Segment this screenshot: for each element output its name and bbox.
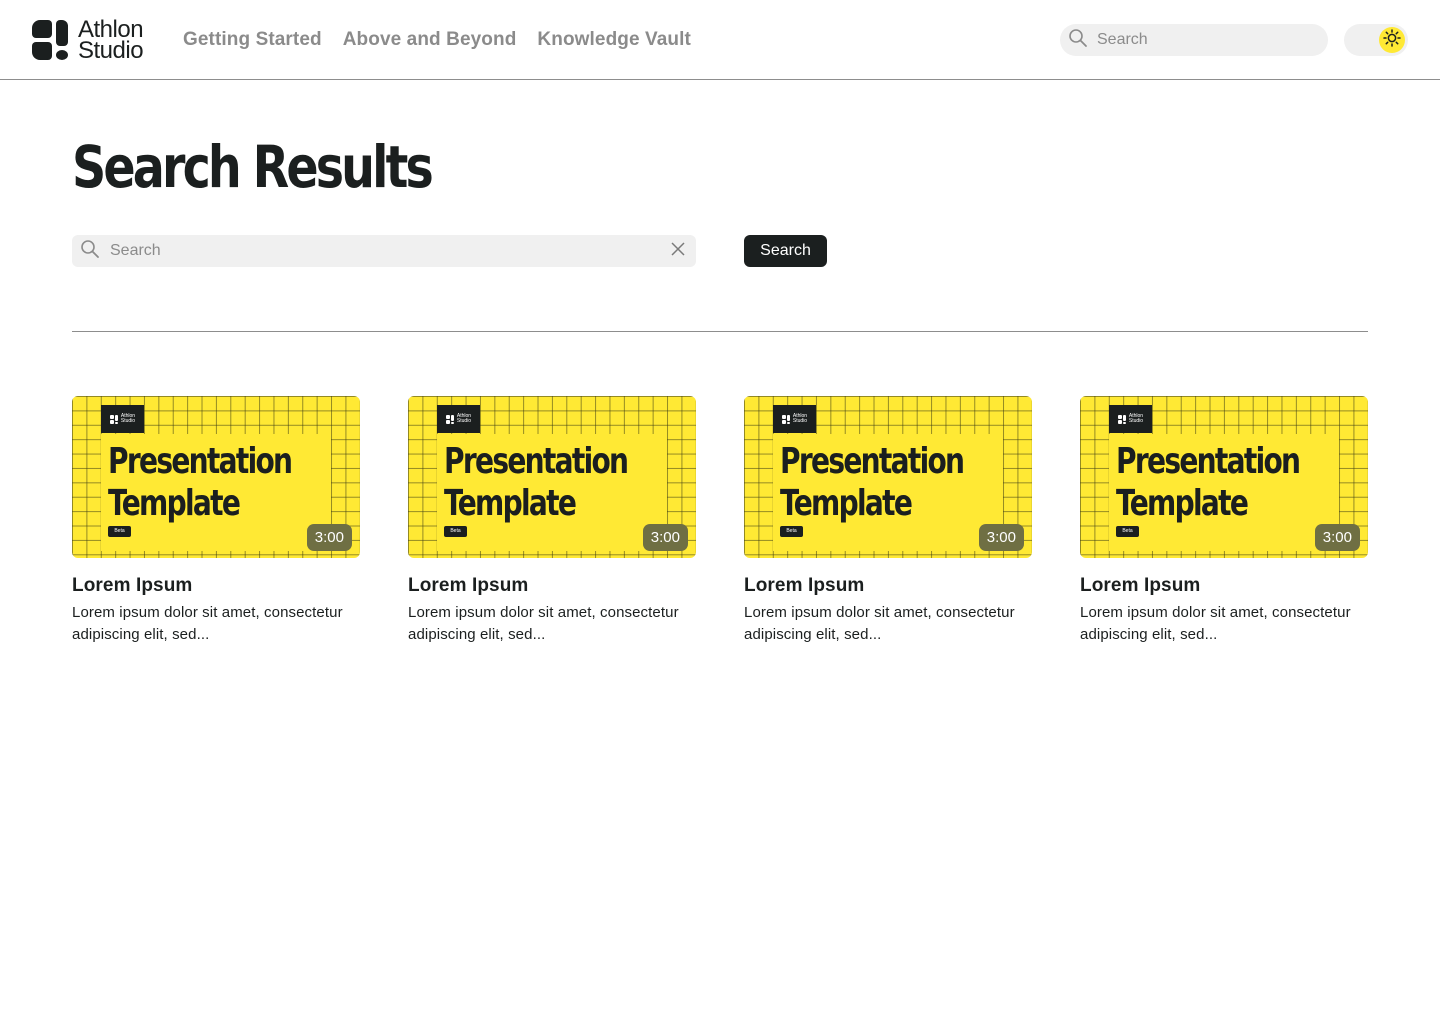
search-icon xyxy=(80,239,100,264)
thumbnail-tag: Beta xyxy=(780,526,803,537)
nav-above-and-beyond[interactable]: Above and Beyond xyxy=(343,27,517,53)
result-card[interactable]: Athlon Studio Presentation Template Beta 3… xyxy=(408,396,696,646)
toggle-knob xyxy=(1379,27,1405,53)
nav-knowledge-vault[interactable]: Knowledge Vault xyxy=(537,27,691,53)
logo-link[interactable]: Athlon Studio xyxy=(32,18,144,64)
header-search-bar[interactable] xyxy=(1060,24,1328,56)
thumbnail-brand-text: Athlon Studio xyxy=(792,413,808,424)
thumbnail-brand-badge: Athlon Studio xyxy=(101,405,144,433)
logo-wordmark: Athlon Studio xyxy=(78,18,144,64)
page-title: Search Results xyxy=(72,133,434,201)
search-icon xyxy=(1068,28,1088,53)
thumbnail-title: Presentation Template xyxy=(444,441,629,524)
thumbnail-brand-text: Athlon Studio xyxy=(120,413,136,424)
result-card[interactable]: Athlon Studio Presentation Template Beta 3… xyxy=(72,396,360,646)
thumbnail-tag: Beta xyxy=(444,526,467,537)
athlon-logo-icon xyxy=(445,414,454,424)
section-divider xyxy=(72,331,1368,332)
logo-line-2: Studio xyxy=(78,37,144,64)
thumbnail-title: Presentation Template xyxy=(780,441,965,524)
card-description: Lorem ipsum dolor sit amet, consectetur … xyxy=(72,604,343,643)
search-button[interactable]: Search xyxy=(744,235,827,267)
athlon-logo-icon xyxy=(781,414,790,424)
thumbnail-brand-badge: Athlon Studio xyxy=(437,405,480,433)
thumbnail-brand-badge: Athlon Studio xyxy=(1109,405,1152,433)
duration-badge: 3:00 xyxy=(642,524,688,551)
video-thumbnail[interactable]: Athlon Studio Presentation Template Beta 3… xyxy=(72,396,360,558)
thumbnail-tag: Beta xyxy=(108,526,131,537)
thumbnail-brand-text: Athlon Studio xyxy=(1128,413,1144,424)
nav-getting-started[interactable]: Getting Started xyxy=(183,27,322,53)
duration-badge: 3:00 xyxy=(978,524,1024,551)
video-thumbnail[interactable]: Athlon Studio Presentation Template Beta 3… xyxy=(744,396,1032,558)
card-description: Lorem ipsum dolor sit amet, consectetur … xyxy=(744,604,1015,643)
card-title[interactable]: Lorem Ipsum xyxy=(408,574,696,598)
header-search-input[interactable] xyxy=(1097,31,1317,49)
result-card[interactable]: Athlon Studio Presentation Template Beta 3… xyxy=(1080,396,1368,646)
main-nav: Getting Started Above and Beyond Knowled… xyxy=(183,27,691,53)
thumbnail-brand-text: Athlon Studio xyxy=(456,413,472,424)
duration-badge: 3:00 xyxy=(1314,524,1360,551)
card-description: Lorem ipsum dolor sit amet, consectetur … xyxy=(1080,604,1351,643)
athlon-logo-icon xyxy=(32,20,68,60)
thumbnail-tag: Beta xyxy=(1116,526,1139,537)
thumbnail-title: Presentation Template xyxy=(1116,441,1301,524)
top-header: Athlon Studio Getting Started Above and … xyxy=(0,0,1440,80)
thumbnail-title: Presentation Template xyxy=(108,441,293,524)
card-title[interactable]: Lorem Ipsum xyxy=(1080,574,1368,598)
results-search-bar[interactable] xyxy=(72,235,696,267)
close-icon xyxy=(671,241,685,261)
results-search-input[interactable] xyxy=(110,242,662,260)
theme-toggle[interactable] xyxy=(1344,24,1408,56)
card-title[interactable]: Lorem Ipsum xyxy=(744,574,1032,598)
video-thumbnail[interactable]: Athlon Studio Presentation Template Beta 3… xyxy=(1080,396,1368,558)
card-title[interactable]: Lorem Ipsum xyxy=(72,574,360,598)
athlon-logo-icon xyxy=(1117,414,1126,424)
result-card[interactable]: Athlon Studio Presentation Template Beta 3… xyxy=(744,396,1032,646)
athlon-logo-icon xyxy=(109,414,118,424)
thumbnail-brand-badge: Athlon Studio xyxy=(773,405,816,433)
card-description: Lorem ipsum dolor sit amet, consectetur … xyxy=(408,604,679,643)
duration-badge: 3:00 xyxy=(306,524,352,551)
clear-search-button[interactable] xyxy=(662,235,694,267)
sun-icon xyxy=(1383,28,1401,52)
video-thumbnail[interactable]: Athlon Studio Presentation Template Beta 3… xyxy=(408,396,696,558)
